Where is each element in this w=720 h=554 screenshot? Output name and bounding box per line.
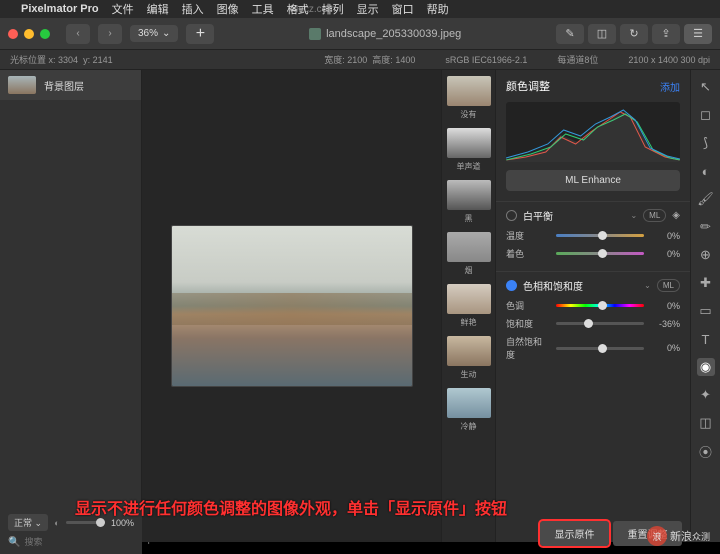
status-bar: 光标位置 x: 3304 y: 2141 宽度: 2100 高度: 1400 s… [0,50,720,70]
close-icon[interactable] [8,29,18,39]
panels-button[interactable]: ☰ [684,24,712,44]
vibrance-slider[interactable] [556,347,644,350]
brush-tool-icon[interactable]: 🖌 [697,190,715,208]
opacity-slider[interactable]: ◐ 100% [54,518,134,528]
toolbar: ‹ › 36%⌄ + landscape_205330039.jpeg ✎ ◫ … [0,18,720,50]
eraser-tool-icon[interactable]: ✏ [697,218,715,236]
color-adjust-tool-icon[interactable]: ◉ [697,358,715,376]
opacity-icon: ◐ [54,518,59,528]
watermark-top: Macz.com [290,4,336,15]
canvas[interactable] [142,70,441,542]
annotation-text: 显示不进行任何颜色调整的图像外观，单击「显示原件」按钮 [75,495,507,519]
minimize-icon[interactable] [24,29,34,39]
blend-mode-select[interactable]: 正常 ⌄ [8,514,48,531]
adjustments-title: 颜色调整 [506,78,550,94]
menu-edit[interactable]: 编辑 [147,1,169,17]
gradient-tool-icon[interactable]: ◐ [697,162,715,180]
watermark: 浪 新浪众测 [647,526,710,546]
layers-panel: 背景图层 正常 ⌄ ◐ 100% 🔍 + [0,70,142,542]
preset-smoke[interactable]: 烟 [446,232,491,276]
window-controls [8,29,50,39]
document-title: landscape_205330039.jpeg [222,28,548,40]
tools-sidebar: ↖ ◻ ⟆ ◐ 🖌 ✏ ⊕ ✚ ▭ T ◉ ✦ ◫ ⦿ [690,70,720,542]
adjustments-panel: 颜色调整 添加 ML Enhance 白平衡 ⌄ ML ◈ 温度 [495,70,690,542]
add-adjustment-button[interactable]: 添加 [660,79,680,94]
histogram [506,102,680,162]
app-name[interactable]: Pixelmator Pro [21,3,99,15]
effects-tool-icon[interactable]: ✦ [697,386,715,404]
chevron-down-icon: ⌄ [162,28,170,39]
menu-insert[interactable]: 插入 [182,1,204,17]
ml-enhance-button[interactable]: ML Enhance [506,170,680,191]
eyedropper-tool-icon[interactable]: ⦿ [697,442,715,460]
layer-search[interactable]: 🔍 + [8,536,134,548]
maximize-icon[interactable] [40,29,50,39]
preset-black[interactable]: 黑 [446,180,491,224]
document-icon [309,28,321,40]
selection-tool-icon[interactable]: ◻ [697,106,715,124]
menu-file[interactable]: 文件 [112,1,134,17]
shape-tool-icon[interactable]: ▭ [697,302,715,320]
white-balance-section: 白平衡 ⌄ ML ◈ 温度 0% 着色 0% [496,201,690,271]
text-tool-icon[interactable]: T [697,330,715,348]
temperature-slider[interactable] [556,234,644,237]
nav-forward-button[interactable]: › [98,24,122,44]
rotate-button[interactable]: ↻ [620,24,648,44]
layer-background[interactable]: 背景图层 [0,70,141,100]
hsb-ml-button[interactable]: ML [657,279,680,292]
show-original-button[interactable]: 显示原件 [540,521,609,546]
share-button[interactable]: ⇪ [652,24,680,44]
menu-help[interactable]: 帮助 [427,1,449,17]
heal-tool-icon[interactable]: ✚ [697,274,715,292]
hue-slider[interactable] [556,304,644,307]
wb-ml-button[interactable]: ML [643,209,666,222]
hue-saturation-section: 色相和饱和度 ⌄ ML 色调 0% 饱和度 -36% 自然饱和度 0% [496,271,690,372]
clone-tool-icon[interactable]: ⊕ [697,246,715,264]
menu-image[interactable]: 图像 [217,1,239,17]
menu-window[interactable]: 窗口 [392,1,414,17]
chevron-down-icon[interactable]: ⌄ [644,281,651,290]
add-button[interactable]: + [186,24,214,44]
menubar: Pixelmator Pro 文件 编辑 插入 图像 工具 格式 排列 显示 窗… [0,0,720,18]
wb-eyedropper-icon[interactable]: ◈ [672,210,680,221]
preset-mono[interactable]: 单声道 [446,128,491,172]
preset-none[interactable]: 没有 [446,76,491,120]
hsb-toggle[interactable] [506,280,517,291]
canvas-image [172,226,412,386]
layer-thumbnail [8,76,36,94]
wb-toggle[interactable] [506,210,517,221]
crop-tool-icon[interactable]: ◫ [697,414,715,432]
search-icon: 🔍 [8,537,20,548]
zoom-select[interactable]: 36%⌄ [130,25,178,42]
lasso-tool-icon[interactable]: ⟆ [697,134,715,152]
preset-vivid[interactable]: 鲜艳 [446,284,491,328]
nav-back-button[interactable]: ‹ [66,24,90,44]
pen-tool-button[interactable]: ✎ [556,24,584,44]
preset-calm[interactable]: 冷静 [446,388,491,432]
search-input[interactable] [24,537,141,547]
arrow-tool-icon[interactable]: ↖ [697,78,715,96]
preset-thumbnails: 没有 单声道 黑 烟 鲜艳 生动 冷静 [441,70,495,542]
menu-tools[interactable]: 工具 [252,1,274,17]
menu-view[interactable]: 显示 [357,1,379,17]
chevron-down-icon[interactable]: ⌄ [630,211,637,220]
tint-slider[interactable] [556,252,644,255]
preset-vital[interactable]: 生动 [446,336,491,380]
saturation-slider[interactable] [556,322,644,325]
crop-tool-button[interactable]: ◫ [588,24,616,44]
sina-logo-icon: 浪 [647,526,667,546]
